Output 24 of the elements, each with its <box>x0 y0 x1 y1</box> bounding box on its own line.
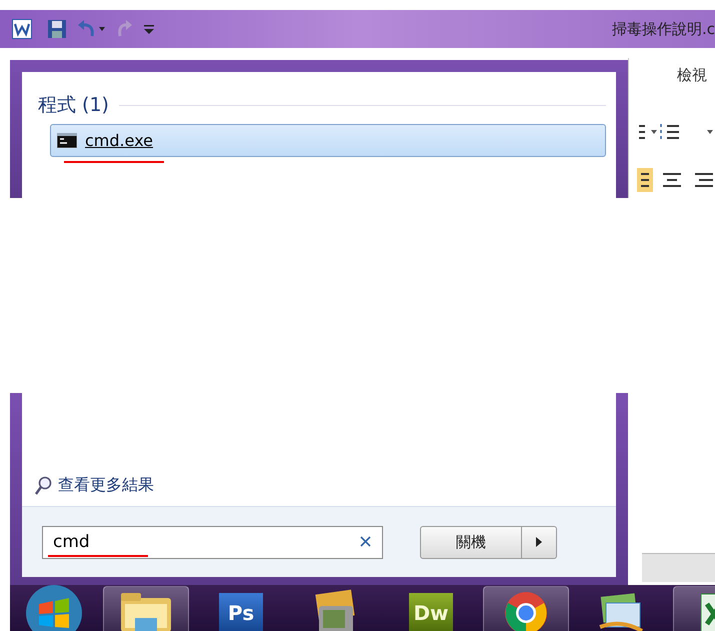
taskbar-button[interactable]: Ps <box>198 586 284 631</box>
align-icons[interactable] <box>637 168 715 192</box>
ribbon-tab[interactable]: 檢視 <box>677 66 707 85</box>
see-more-results-link[interactable]: 查看更多結果 <box>22 475 154 506</box>
search-field[interactable]: cmd <box>42 526 383 558</box>
shutdown-button[interactable]: 關機 <box>420 526 522 558</box>
search-icon <box>34 476 52 496</box>
save-icon[interactable] <box>46 18 68 40</box>
taskbar-button[interactable] <box>483 586 569 631</box>
taskbar-button[interactable]: Dw <box>388 586 474 631</box>
windows-orb-icon <box>25 584 83 631</box>
window-title: 掃毒操作說明.c <box>612 20 715 38</box>
console-icon <box>57 133 77 148</box>
program-result[interactable]: cmd.exe <box>50 124 606 157</box>
app-tile-icon: Dw <box>409 593 453 631</box>
shutdown-options-button[interactable] <box>522 526 557 558</box>
folder-icon <box>119 590 173 631</box>
chrome-icon <box>503 590 549 631</box>
section-heading: 程式 (1) <box>38 93 109 118</box>
word-icon[interactable] <box>12 19 32 39</box>
app-tile-icon: Ps <box>219 593 263 631</box>
arrow-right-icon <box>536 537 542 547</box>
clear-button[interactable] <box>360 536 371 546</box>
taskbar-button[interactable] <box>103 586 189 631</box>
